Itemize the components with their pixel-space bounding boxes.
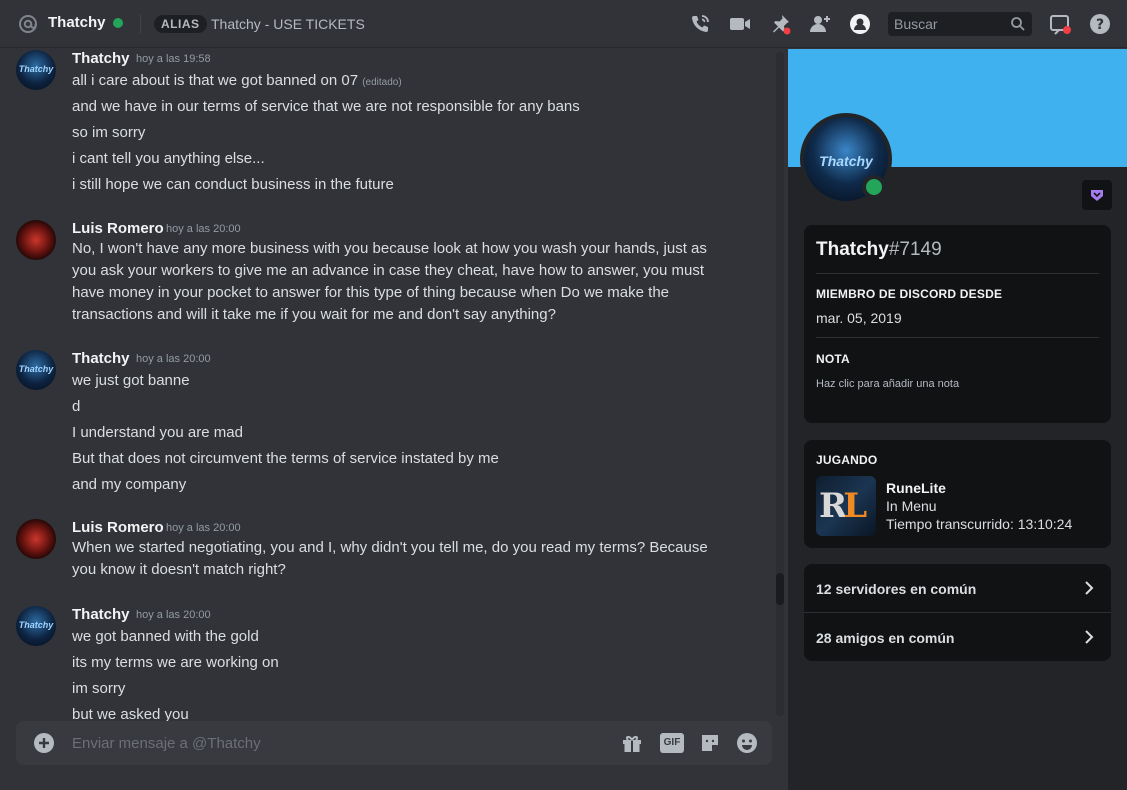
member-since-date: mar. 05, 2019 <box>816 310 902 326</box>
video-call-icon[interactable] <box>728 12 752 36</box>
message-timestamp: hoy a las 20:00 <box>166 223 241 235</box>
edited-marker: (editado) <box>362 77 402 88</box>
message-line: d <box>72 398 81 415</box>
mutual-friends-row[interactable]: 28 amigos en común <box>804 613 1111 661</box>
add-attachment-icon[interactable] <box>32 731 56 755</box>
message-timestamp: hoy a las 19:58 <box>136 53 211 65</box>
nitro-badge-icon[interactable] <box>1082 180 1112 210</box>
message-line: all i care about is that we got banned o… <box>72 72 402 89</box>
emoji-icon[interactable] <box>735 731 759 755</box>
sticker-icon[interactable] <box>698 731 722 755</box>
mutual-servers-row[interactable]: 12 servidores en común <box>804 564 1111 612</box>
note-input[interactable] <box>816 375 1096 393</box>
scrollbar-track[interactable] <box>776 52 784 716</box>
message-line: i cant tell you anything else... <box>72 150 265 167</box>
avatar[interactable] <box>16 519 56 559</box>
divider <box>816 273 1099 274</box>
search-icon <box>1010 16 1026 32</box>
message-list[interactable]: Thatchy Thatchy hoy a las 19:58 all i ca… <box>0 49 788 790</box>
chevron-right-icon <box>1079 578 1099 598</box>
add-friends-icon[interactable] <box>808 12 832 36</box>
user-profile-panel: Thatchy Thatchy#7149 MIEMBRO DE DISCORD … <box>788 49 1127 790</box>
alias-text: Thatchy - USE TICKETS <box>211 16 365 32</box>
avatar[interactable]: Thatchy <box>16 50 56 90</box>
message-author[interactable]: Thatchy <box>72 50 130 67</box>
message-composer: GIF <box>16 721 772 765</box>
runelite-icon: RL <box>816 476 876 536</box>
message-line: so im sorry <box>72 124 146 141</box>
pin-icon[interactable] <box>768 12 792 36</box>
search-input[interactable] <box>894 16 1004 32</box>
note-title: NOTA <box>816 352 850 366</box>
voice-call-icon[interactable] <box>688 12 712 36</box>
at-icon <box>16 12 40 36</box>
gift-icon[interactable] <box>620 731 644 755</box>
svg-text:?: ? <box>1096 17 1104 33</box>
message-line: and my company <box>72 476 187 493</box>
discriminator: #7149 <box>888 239 942 260</box>
message-line: we got banned with the gold <box>72 628 259 645</box>
game-name: RuneLite <box>886 480 946 496</box>
message-line: i still hope we can conduct business in … <box>72 176 394 193</box>
message-line: its my terms we are working on <box>72 654 279 671</box>
message-line: When we started negotiating, you and I, … <box>72 539 708 578</box>
message-line: im sorry <box>72 680 126 697</box>
member-since-title: MIEMBRO DE DISCORD DESDE <box>816 287 1003 301</box>
playing-title: JUGANDO <box>816 453 878 467</box>
online-status-dot <box>113 18 123 28</box>
message-author[interactable]: Luis Romero <box>72 519 164 536</box>
message-author[interactable]: Thatchy <box>72 606 130 623</box>
message-line: But that does not circumvent the terms o… <box>72 450 499 467</box>
inbox-icon[interactable] <box>1048 12 1072 36</box>
message-timestamp: hoy a las 20:00 <box>136 609 211 621</box>
message-line: we just got banne <box>72 372 190 389</box>
search-box[interactable] <box>888 12 1032 36</box>
mutuals-card: 12 servidores en común 28 amigos en comú… <box>804 564 1111 661</box>
chevron-right-icon <box>1079 627 1099 647</box>
message-timestamp: hoy a las 20:00 <box>136 353 211 365</box>
profile-info-card: Thatchy#7149 MIEMBRO DE DISCORD DESDE ma… <box>804 225 1111 423</box>
scrollbar-thumb[interactable] <box>776 573 784 605</box>
mutual-friends-label: 28 amigos en común <box>816 630 955 646</box>
message-author[interactable]: Luis Romero <box>72 220 164 237</box>
alias-badge: ALIAS <box>154 15 207 33</box>
avatar[interactable]: Thatchy <box>16 350 56 390</box>
avatar[interactable] <box>16 220 56 260</box>
header-divider <box>140 14 141 34</box>
game-state: In Menu <box>886 498 937 514</box>
activity-card: JUGANDO RL RuneLite In Menu Tiempo trans… <box>804 440 1111 548</box>
help-icon[interactable]: ? <box>1088 12 1112 36</box>
profile-username[interactable]: Thatchy#7149 <box>816 239 942 261</box>
user-profile-icon[interactable] <box>848 12 872 36</box>
dm-title[interactable]: Thatchy <box>48 14 106 31</box>
message-timestamp: hoy a las 20:00 <box>166 522 241 534</box>
mutual-servers-label: 12 servidores en común <box>816 581 977 597</box>
gif-button[interactable]: GIF <box>660 733 684 753</box>
message-line: I understand you are mad <box>72 424 243 441</box>
game-elapsed: Tiempo transcurrido: 13:10:24 <box>886 516 1073 532</box>
divider <box>816 337 1099 338</box>
dm-header: Thatchy ALIAS Thatchy - USE TICKETS ? <box>0 0 1127 48</box>
message-author[interactable]: Thatchy <box>72 350 130 367</box>
message-input[interactable] <box>72 733 592 753</box>
message-line: and we have in our terms of service that… <box>72 98 580 115</box>
online-status-dot <box>866 179 882 195</box>
avatar[interactable]: Thatchy <box>16 606 56 646</box>
message-line: No, I won't have any more business with … <box>72 240 707 323</box>
